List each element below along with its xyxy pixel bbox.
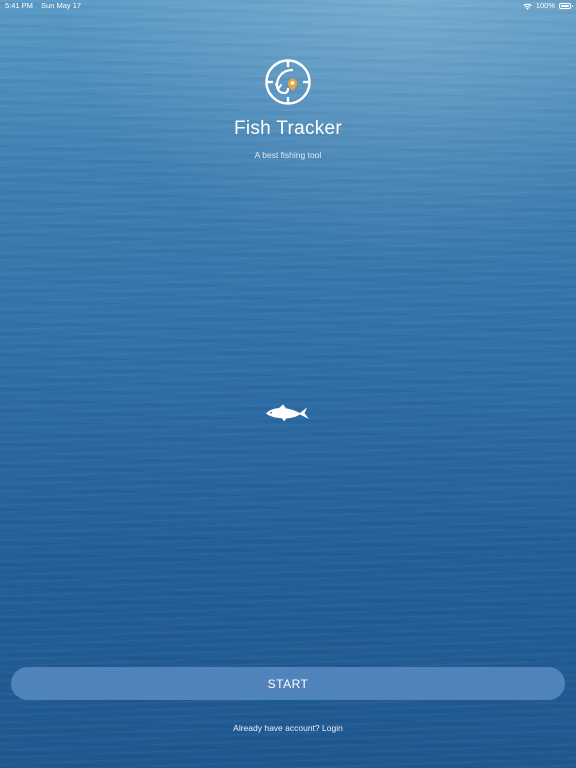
fish-icon: [266, 404, 309, 422]
launch-screen: 5:41 PM Sun May 17 100% Fish Tracker A b…: [0, 0, 576, 768]
battery-level: [561, 5, 569, 7]
water-highlight: [0, 0, 576, 320]
status-left: 5:41 PM Sun May 17: [5, 0, 87, 12]
start-button[interactable]: START: [11, 667, 565, 700]
battery-percent: 100%: [535, 1, 555, 10]
battery-icon: [559, 3, 573, 9]
water-texture: [0, 0, 576, 768]
app-title: Fish Tracker: [233, 118, 343, 139]
status-time: 5:41 PM: [5, 1, 33, 10]
fishing-target-icon: [265, 59, 311, 105]
status-bar: 5:41 PM Sun May 17 100%: [0, 0, 576, 12]
status-right: 100%: [523, 0, 573, 12]
status-date: Sun May 17: [41, 1, 82, 10]
login-link[interactable]: Already have account? Login: [0, 723, 576, 733]
wifi-icon: [523, 3, 532, 10]
app-subtitle: A best fishing tool: [254, 150, 322, 160]
